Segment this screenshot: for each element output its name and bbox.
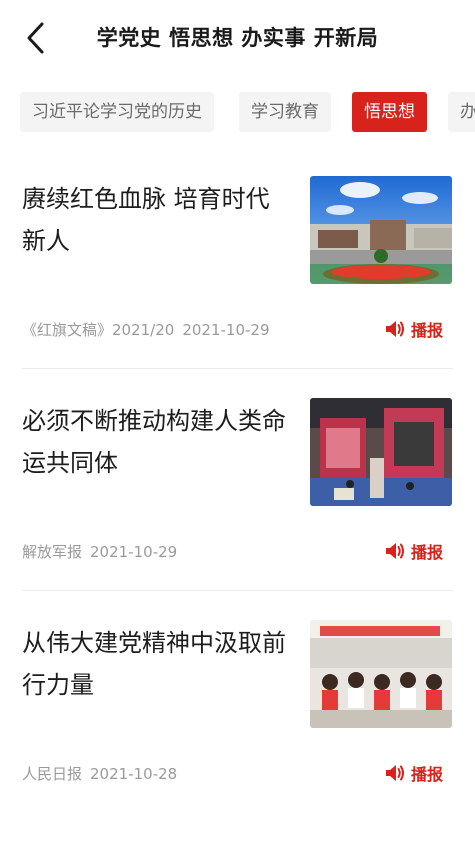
tab-study-education[interactable]: 学习教育 [239,92,331,132]
play-audio-button[interactable]: 播报 [385,761,443,785]
speaker-icon [385,321,404,337]
article-thumbnail [310,176,452,284]
article-meta: 人民日报 2021-10-28 [22,763,177,784]
tab-bar: 习近平论学习党的历史 学习教育 悟思想 办实事 [0,92,475,134]
article-date: 2021-10-29 [90,543,178,561]
article-source: 解放军报 [22,543,83,561]
tab-do-practical-things[interactable]: 办实事 [448,92,475,132]
play-label: 播报 [410,321,443,340]
divider [22,590,453,591]
chevron-left-icon [27,22,44,54]
article-title: 从伟大建党精神中汲取前行力量 [22,629,286,699]
tab-xi-on-party-history[interactable]: 习近平论学习党的历史 [20,92,214,132]
article-source: 《红旗文稿》2021/20 [22,321,175,339]
article-meta: 《红旗文稿》2021/20 2021-10-29 [22,319,270,340]
article-item[interactable]: 赓续红色血脉 培育时代新人 《红旗文稿》2021/20 2021-10-29 播… [0,176,475,398]
play-label: 播报 [410,765,443,784]
divider [22,368,453,369]
article-meta: 解放军报 2021-10-29 [22,541,177,562]
article-thumbnail [310,620,452,728]
article-title: 赓续红色血脉 培育时代新人 [22,185,270,255]
article-item[interactable]: 必须不断推动构建人类命运共同体 解放军报 2021-10-29 播报 [0,398,475,620]
article-date: 2021-10-28 [90,765,178,783]
article-source: 人民日报 [22,765,83,783]
top-bar: 学党史 悟思想 办实事 开新局 [0,0,475,76]
page-title: 学党史 悟思想 办实事 开新局 [96,26,379,50]
speaker-icon [385,543,404,559]
article-thumbnail [310,398,452,506]
play-label: 播报 [410,543,443,562]
play-audio-button[interactable]: 播报 [385,317,443,341]
article-date: 2021-10-29 [182,321,270,339]
article-item[interactable]: 从伟大建党精神中汲取前行力量 人民日报 2021-10-28 播报 [0,620,475,842]
speaker-icon [385,765,404,781]
tab-understand-thought[interactable]: 悟思想 [352,92,427,132]
back-button[interactable] [18,18,54,58]
article-title: 必须不断推动构建人类命运共同体 [22,407,286,477]
play-audio-button[interactable]: 播报 [385,539,443,563]
